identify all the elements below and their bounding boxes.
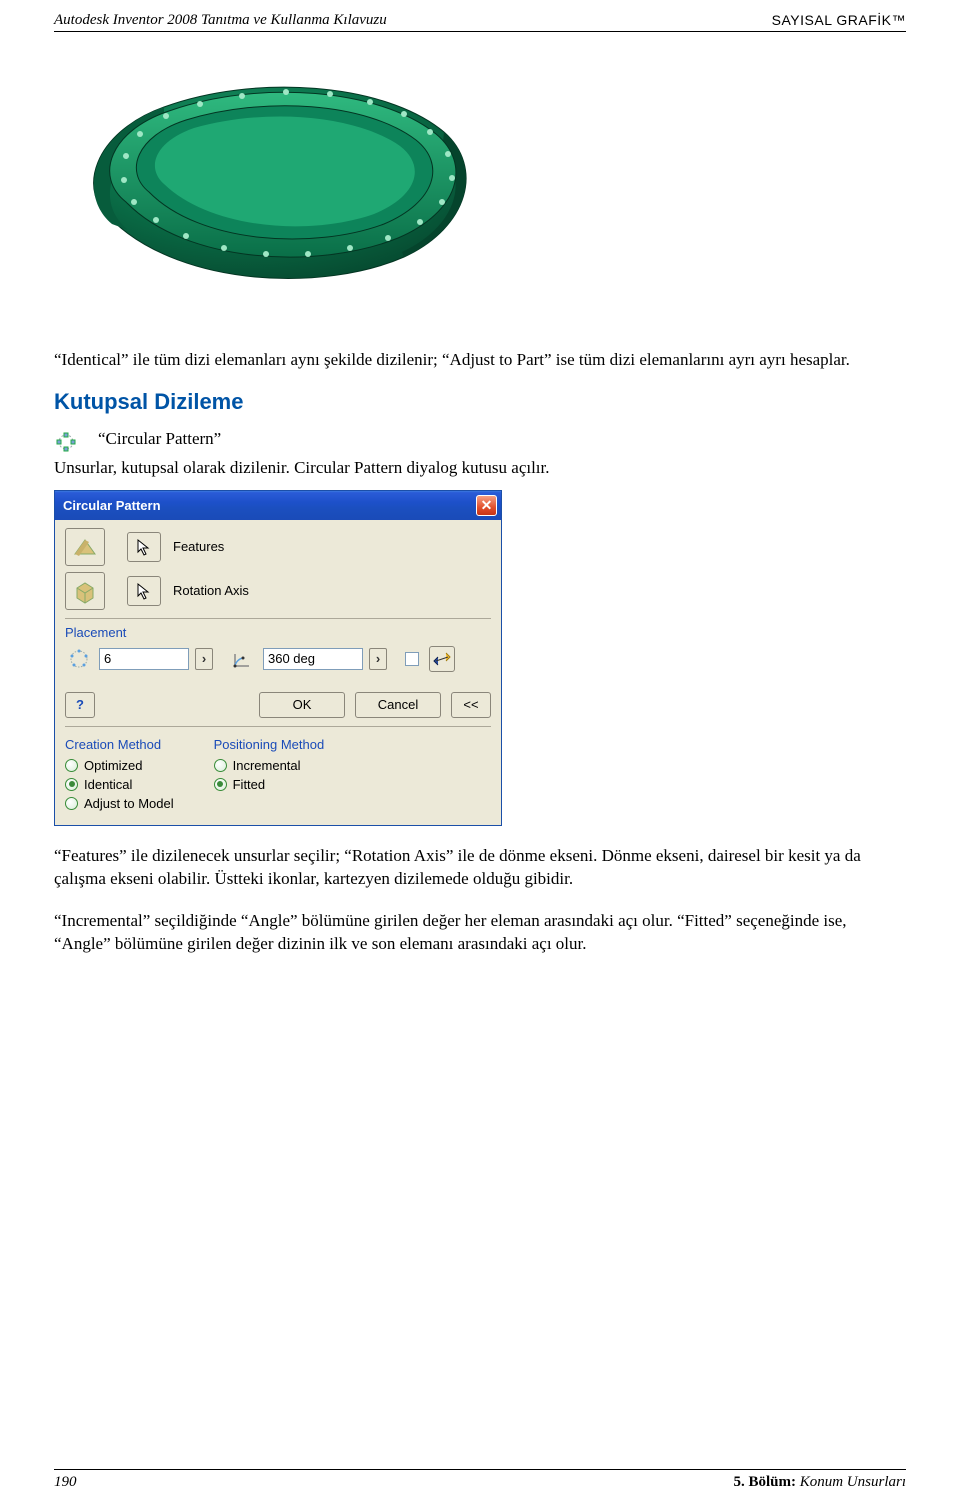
tool-row: “Circular Pattern” (54, 429, 906, 452)
positioning-method-group: Positioning Method Incremental Fitted (214, 737, 325, 815)
count-icon (65, 646, 93, 672)
rotation-axis-label: Rotation Axis (173, 583, 249, 598)
rotation-axis-select-button[interactable] (127, 576, 161, 606)
separator-1 (65, 618, 491, 619)
creation-method-label: Creation Method (65, 737, 174, 752)
features-label: Features (173, 539, 224, 554)
footer-rule (54, 1469, 906, 1470)
chapter-label: 5. Bölüm: Konum Unsurları (733, 1474, 906, 1491)
dialog-button-row: ? OK Cancel << (65, 692, 491, 718)
paragraph-incremental: “Incremental” seçildiğinde “Angle” bölüm… (54, 909, 906, 956)
help-icon: ? (76, 697, 84, 712)
radio-icon (65, 778, 78, 791)
placement-label: Placement (65, 625, 491, 640)
creation-option-adjust[interactable]: Adjust to Model (65, 796, 174, 811)
positioning-method-label: Positioning Method (214, 737, 325, 752)
angle-input[interactable] (263, 648, 363, 670)
chapter-bold: 5. Bölüm: (733, 1474, 796, 1490)
features-row: Features (65, 528, 491, 566)
radio-label: Optimized (84, 758, 143, 773)
methods-section: Creation Method Optimized Identical Adju… (65, 737, 491, 815)
radio-label: Identical (84, 777, 132, 792)
part-3d-render (54, 52, 484, 322)
creation-option-identical[interactable]: Identical (65, 777, 174, 792)
header-rule (54, 31, 906, 32)
cancel-button[interactable]: Cancel (355, 692, 441, 718)
count-input[interactable] (99, 648, 189, 670)
header-right: SAYISAL GRAFİK™ (772, 12, 906, 29)
positioning-option-fitted[interactable]: Fitted (214, 777, 325, 792)
page-number: 190 (54, 1474, 77, 1491)
expand-button[interactable]: << (451, 692, 491, 718)
circular-pattern-tool-icon (56, 432, 76, 452)
help-button[interactable]: ? (65, 692, 95, 718)
close-button[interactable]: ✕ (476, 495, 497, 516)
positioning-option-incremental[interactable]: Incremental (214, 758, 325, 773)
radio-icon (65, 759, 78, 772)
paragraph-identical: “Identical” ile tüm dizi elemanları aynı… (54, 348, 906, 371)
angle-spinner[interactable]: › (369, 648, 387, 670)
close-icon: ✕ (481, 497, 493, 514)
radio-icon (214, 778, 227, 791)
tool-description-body: Unsurlar, kutupsal olarak dizilenir. Cir… (54, 456, 906, 479)
features-select-button[interactable] (127, 532, 161, 562)
rotation-axis-row: Rotation Axis (65, 572, 491, 610)
circular-pattern-dialog: Circular Pattern ✕ (54, 490, 502, 826)
creation-method-group: Creation Method Optimized Identical Adju… (65, 737, 174, 815)
dialog-titlebar[interactable]: Circular Pattern ✕ (55, 491, 501, 520)
page-header: Autodesk Inventor 2008 Tanıtma ve Kullan… (0, 0, 960, 31)
midplane-checkbox[interactable] (405, 652, 419, 666)
solid-mode-button[interactable] (65, 572, 105, 610)
header-left: Autodesk Inventor 2008 Tanıtma ve Kullan… (54, 12, 387, 29)
ok-button[interactable]: OK (259, 692, 345, 718)
radio-label: Incremental (233, 758, 301, 773)
radio-icon (65, 797, 78, 810)
separator-2 (65, 726, 491, 727)
radio-label: Fitted (233, 777, 266, 792)
direction-button[interactable] (429, 646, 455, 672)
angle-icon (229, 646, 257, 672)
page-footer: 190 5. Bölüm: Konum Unsurları (54, 1469, 906, 1491)
placement-row: › › (65, 646, 491, 672)
chapter-rest: Konum Unsurları (796, 1474, 906, 1490)
radio-icon (214, 759, 227, 772)
dialog-title: Circular Pattern (63, 498, 161, 513)
paragraph-features: “Features” ile dizilenecek unsurlar seçi… (54, 844, 906, 891)
features-mode-button[interactable] (65, 528, 105, 566)
dialog-screenshot: Circular Pattern ✕ (54, 490, 906, 826)
count-spinner[interactable]: › (195, 648, 213, 670)
tool-description: “Circular Pattern” (98, 429, 221, 449)
creation-option-optimized[interactable]: Optimized (65, 758, 174, 773)
section-heading: Kutupsal Dizileme (54, 389, 906, 415)
radio-label: Adjust to Model (84, 796, 174, 811)
